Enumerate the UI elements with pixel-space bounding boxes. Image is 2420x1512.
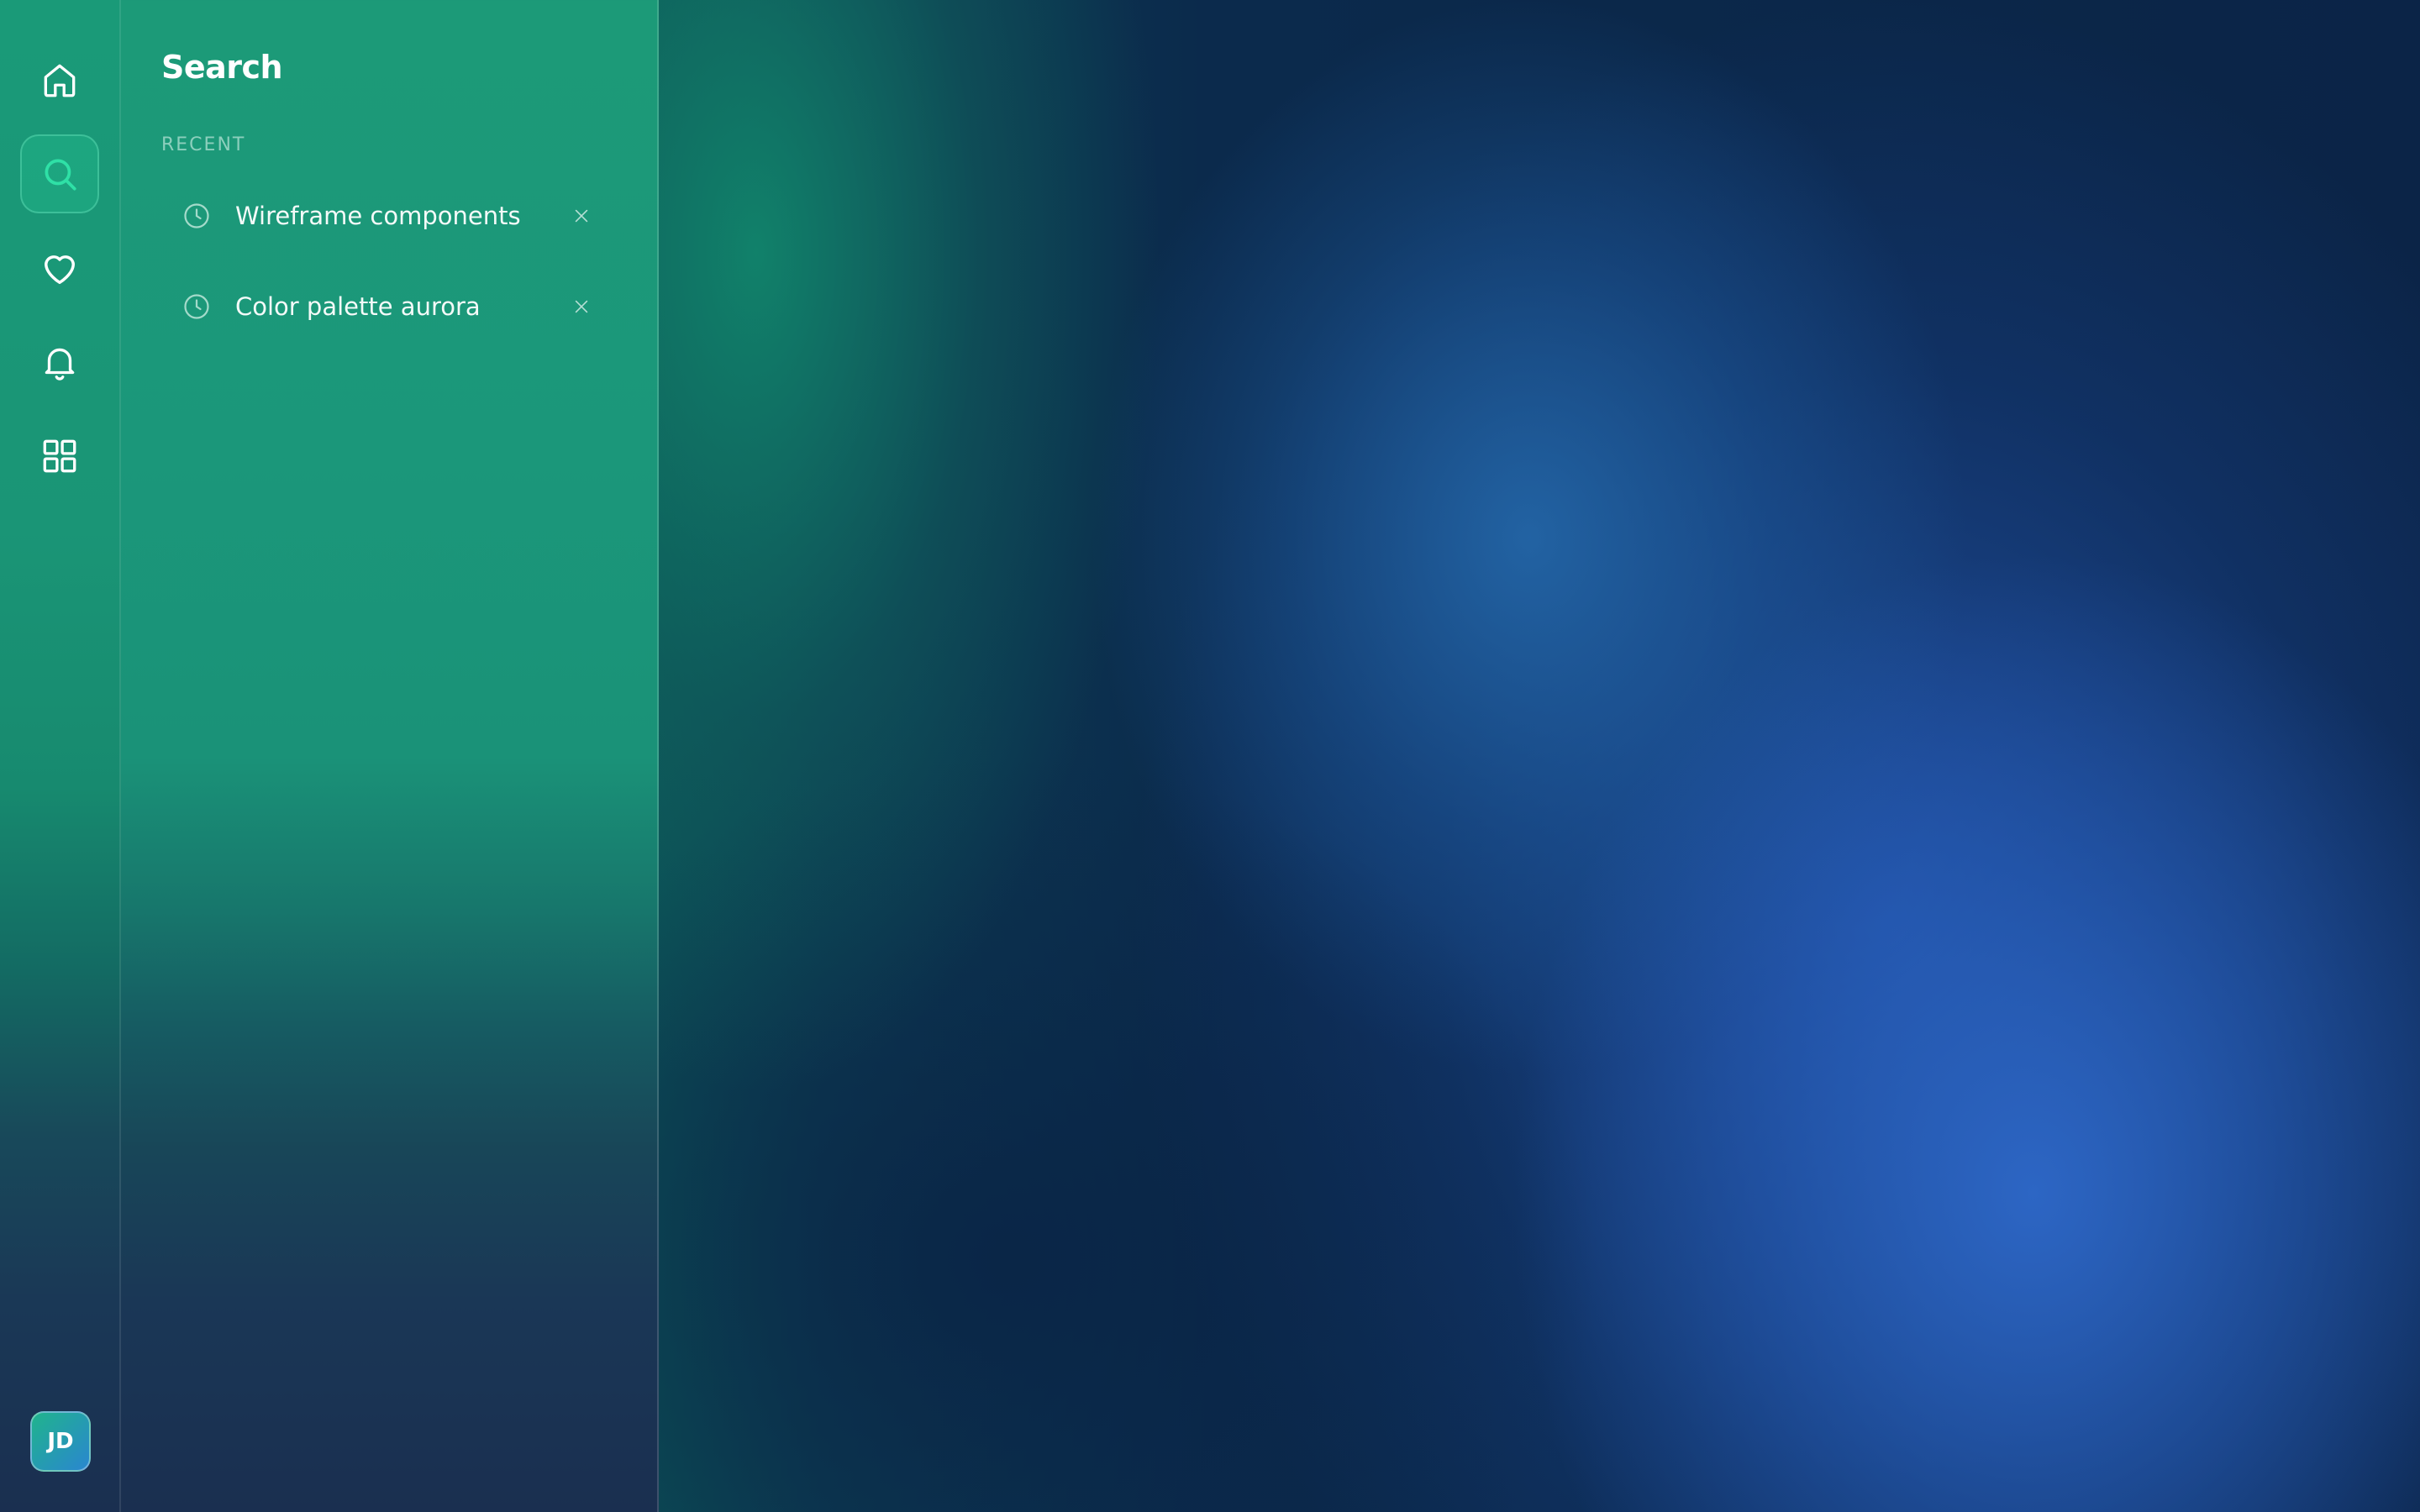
search-icon (45, 159, 76, 191)
clock-icon (184, 294, 209, 319)
icon-rail: JD (0, 0, 121, 1512)
search-panel: Search RECENT Wireframe components Color… (121, 0, 659, 1512)
nav-home-button[interactable] (20, 40, 99, 119)
remove-recent-button[interactable] (565, 290, 598, 323)
nav-apps-button[interactable] (20, 417, 99, 496)
recent-search-label: Color palette aurora (235, 292, 481, 321)
recent-search-item[interactable]: Wireframe components (161, 181, 649, 251)
nav-search-button[interactable] (20, 134, 99, 213)
main-content-area (659, 0, 2420, 1512)
desktop-screen: JD Search RECENT Wireframe components Co… (0, 0, 2420, 1512)
home-icon (44, 64, 76, 97)
clock-icon (184, 203, 209, 228)
close-icon (575, 209, 588, 223)
nav-favorites-button[interactable] (20, 228, 99, 307)
recent-search-label: Wireframe components (235, 202, 521, 230)
user-avatar[interactable]: JD (30, 1411, 91, 1472)
bell-icon (45, 348, 75, 381)
panel-title: Search (161, 49, 283, 86)
recent-search-item[interactable]: Color palette aurora (161, 271, 649, 342)
recent-section-label: RECENT (161, 134, 246, 155)
nav-notifications-button[interactable] (20, 323, 99, 402)
heart-icon (45, 255, 75, 285)
close-icon (575, 300, 588, 313)
remove-recent-button[interactable] (565, 199, 598, 233)
grid-icon (43, 439, 76, 473)
